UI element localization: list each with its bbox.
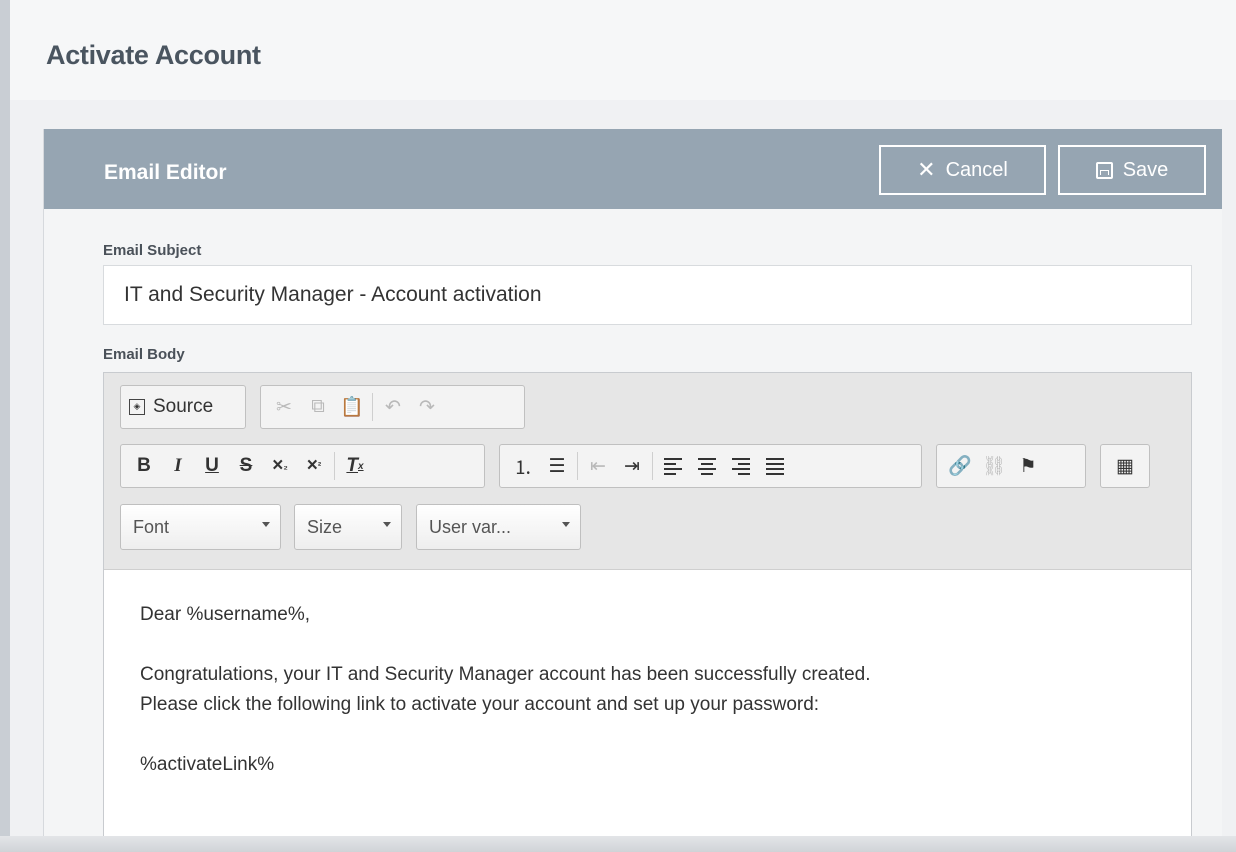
anchor-flag-icon[interactable]: ⚑: [1011, 449, 1045, 483]
subscript-icon[interactable]: × ₂: [263, 449, 297, 483]
email-body-content[interactable]: Dear %username%, Congratulations, your I…: [140, 600, 871, 780]
separator: [372, 393, 373, 421]
undo-icon[interactable]: ↶: [376, 390, 410, 424]
outdent-icon[interactable]: ⇤: [581, 449, 615, 483]
align-right-icon[interactable]: [724, 449, 758, 483]
page-header: Activate Account: [10, 0, 1236, 100]
redo-icon[interactable]: ↷: [410, 390, 444, 424]
font-dropdown[interactable]: Font: [120, 504, 281, 550]
link-group: 🔗 ⛓ ⚑: [936, 444, 1086, 488]
body-line-blank: [140, 630, 871, 660]
size-dropdown-label: Size: [307, 516, 343, 537]
copy-icon[interactable]: ⧉: [301, 390, 335, 424]
size-dropdown[interactable]: Size: [294, 504, 402, 550]
email-editor-panel: Email Editor ✕ Cancel Save Email Subject…: [43, 129, 1222, 852]
bold-icon[interactable]: B: [127, 449, 161, 483]
table-icon[interactable]: ▦: [1108, 449, 1142, 483]
strikethrough-icon[interactable]: S: [229, 449, 263, 483]
chevron-down-icon: [562, 522, 570, 527]
email-body-editor[interactable]: ◈ Source ✂ ⧉ 📋 ↶ ↷ B I U S × ₂ × ² T x ⒈…: [103, 372, 1192, 852]
table-group: ▦: [1100, 444, 1150, 488]
panel-title: Email Editor: [104, 161, 227, 184]
paragraph-group: ⒈ ☰ ⇤ ⇥: [499, 444, 922, 488]
chevron-down-icon: [383, 522, 391, 527]
source-button[interactable]: ◈ Source: [121, 390, 221, 424]
email-subject-input[interactable]: IT and Security Manager - Account activa…: [103, 265, 1192, 325]
cancel-button[interactable]: ✕ Cancel: [879, 145, 1046, 195]
remove-format-icon[interactable]: Tx: [338, 449, 372, 483]
justify-icon[interactable]: [758, 449, 792, 483]
separator: [652, 452, 653, 480]
body-line: Dear %username%,: [140, 604, 311, 625]
editor-toolbar: ◈ Source ✂ ⧉ 📋 ↶ ↷ B I U S × ₂ × ² T x ⒈…: [104, 373, 1191, 570]
close-icon: ✕: [917, 157, 936, 182]
page-title: Activate Account: [46, 40, 261, 70]
link-icon[interactable]: 🔗: [943, 449, 977, 483]
email-body-label: Email Body: [103, 346, 185, 363]
source-icon: ◈: [129, 399, 145, 415]
cut-icon[interactable]: ✂: [267, 390, 301, 424]
clipboard-group: ✂ ⧉ 📋 ↶ ↷: [260, 385, 525, 429]
font-dropdown-label: Font: [133, 516, 170, 537]
numbered-list-icon[interactable]: ⒈: [506, 449, 540, 483]
body-line-blank: [140, 720, 871, 750]
separator: [577, 452, 578, 480]
email-subject-label: Email Subject: [103, 242, 202, 259]
body-line: Please click the following link to activ…: [140, 694, 820, 715]
panel-header: Email Editor ✕ Cancel Save: [44, 129, 1222, 209]
align-center-icon[interactable]: [690, 449, 724, 483]
superscript-icon[interactable]: × ²: [297, 449, 331, 483]
paste-icon[interactable]: 📋: [335, 390, 369, 424]
italic-icon[interactable]: I: [161, 449, 195, 483]
indent-icon[interactable]: ⇥: [615, 449, 649, 483]
bulleted-list-icon[interactable]: ☰: [540, 449, 574, 483]
unlink-icon[interactable]: ⛓: [977, 449, 1011, 483]
align-left-icon[interactable]: [656, 449, 690, 483]
chevron-down-icon: [262, 522, 270, 527]
floppy-disk-icon: [1095, 161, 1113, 179]
save-button[interactable]: Save: [1058, 145, 1206, 195]
format-group: B I U S × ₂ × ² Tx: [120, 444, 485, 488]
source-label: Source: [153, 396, 214, 417]
body-line: %activateLink%: [140, 754, 275, 775]
left-border: [0, 0, 10, 852]
underline-icon[interactable]: U: [195, 449, 229, 483]
bottom-edge: [0, 836, 1236, 852]
separator: [334, 452, 335, 480]
body-line: Congratulations, your IT and Security Ma…: [140, 664, 871, 685]
source-group: ◈ Source: [120, 385, 246, 429]
cancel-label: Cancel: [945, 158, 1008, 181]
user-variables-dropdown[interactable]: User var...: [416, 504, 581, 550]
save-label: Save: [1122, 158, 1169, 181]
user-variables-label: User var...: [429, 516, 512, 537]
